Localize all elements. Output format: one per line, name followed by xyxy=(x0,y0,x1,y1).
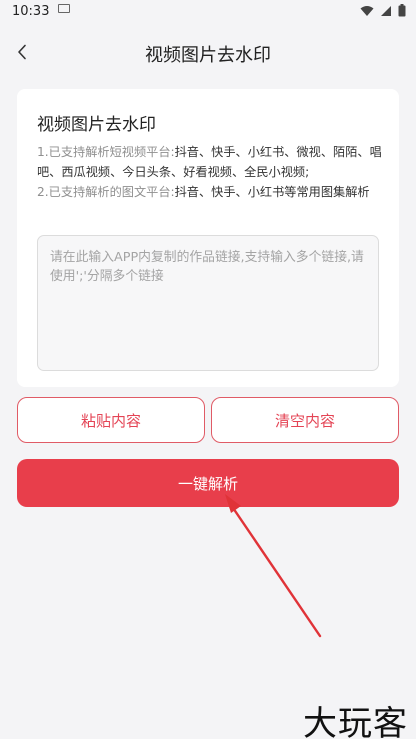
wifi-icon xyxy=(360,5,374,16)
nav-bar: 视频图片去水印 xyxy=(0,34,416,72)
parse-button[interactable]: 一键解析 xyxy=(17,459,399,507)
page-title: 视频图片去水印 xyxy=(145,45,271,66)
status-icons xyxy=(360,4,406,17)
link-input[interactable] xyxy=(37,235,379,371)
main-card: 视频图片去水印 1.已支持解析短视频平台:抖音、快手、小红书、微视、陌陌、唱吧、… xyxy=(17,89,399,387)
battery-icon xyxy=(398,4,406,17)
signal-icon xyxy=(381,5,391,16)
notification-icon xyxy=(58,4,70,13)
note-line: 1.已支持解析短视频平台:抖音、快手、小红书、微视、陌陌、唱吧、西瓜视频、今日头… xyxy=(37,142,385,182)
paste-button[interactable]: 粘贴内容 xyxy=(17,397,205,443)
note-line: 2.已支持解析的图文平台:抖音、快手、小红书等常用图集解析 xyxy=(37,182,385,202)
note-platforms: 抖音、快手、小红书等常用图集解析 xyxy=(174,185,370,199)
note-prefix: 1.已支持解析短视频平台: xyxy=(37,145,175,159)
note-prefix: 2.已支持解析的图文平台: xyxy=(37,185,175,199)
supported-platforms-notes: 1.已支持解析短视频平台:抖音、快手、小红书、微视、陌陌、唱吧、西瓜视频、今日头… xyxy=(37,142,385,202)
app-screen: 10:33 视频图片去水印 视频图片去水印 1.已支持解析短视频平台:抖音、快手… xyxy=(0,0,416,739)
site-watermark: 大玩客 xyxy=(303,704,408,739)
clear-button[interactable]: 清空内容 xyxy=(211,397,399,443)
status-bar: 10:33 xyxy=(0,0,416,24)
status-time: 10:33 xyxy=(12,4,50,19)
card-title: 视频图片去水印 xyxy=(37,115,156,135)
arrow-shaft xyxy=(227,500,322,638)
